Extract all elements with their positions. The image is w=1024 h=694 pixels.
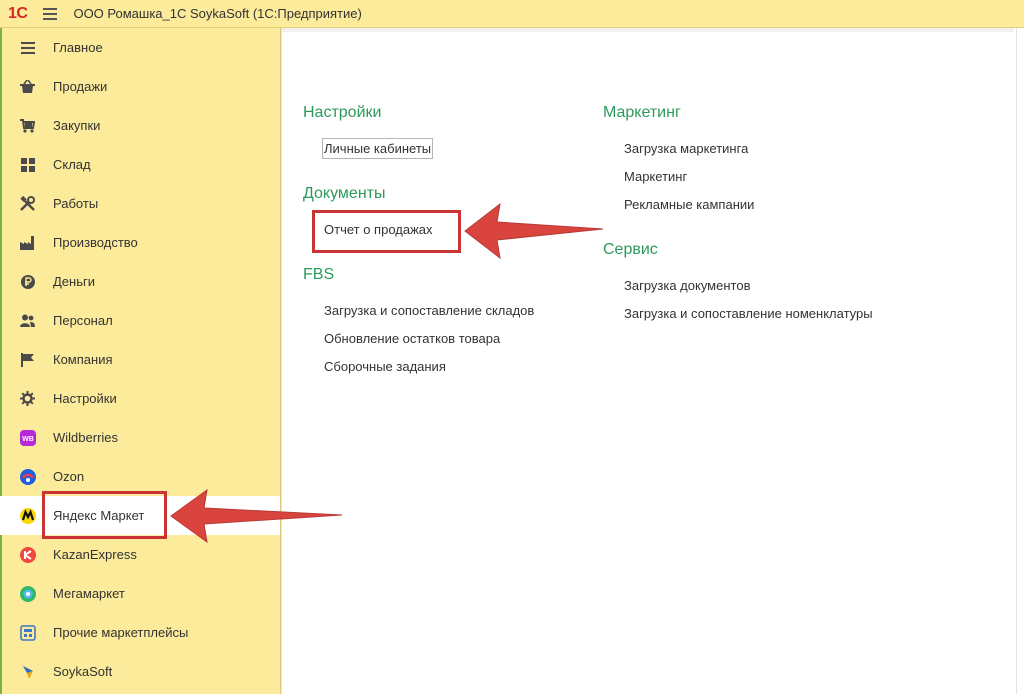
sidebar-item-label: Деньги: [53, 274, 95, 289]
menu-lines-icon: [19, 39, 36, 56]
sidebar-item-soykasoft[interactable]: SoykaSoft: [0, 652, 280, 691]
tools-icon: [19, 195, 36, 212]
window-title: ООО Ромашка_1С SoykaSoft (1С:Предприятие…: [73, 6, 362, 21]
1c-logo[interactable]: 1С: [8, 5, 28, 23]
link-ad-campaigns[interactable]: Рекламные кампании: [624, 197, 754, 212]
sidebar-item-main[interactable]: Главное: [0, 28, 280, 67]
link-marketing-load[interactable]: Загрузка маркетинга: [624, 141, 748, 156]
section-fbs-title: FBS: [303, 266, 335, 283]
sidebar-item-sales[interactable]: Продажи: [0, 67, 280, 106]
link-stock-update[interactable]: Обновление остатков товара: [324, 331, 500, 346]
ruble-coin-icon: [19, 273, 36, 290]
sidebar-item-label: Мегамаркет: [53, 586, 125, 601]
sidebar-item-works[interactable]: Работы: [0, 184, 280, 223]
sidebar-item-label: Производство: [53, 235, 138, 250]
sidebar-item-label: Продажи: [53, 79, 108, 94]
wildberries-icon: WB: [19, 429, 36, 446]
sidebar-item-wildberries[interactable]: WB Wildberries: [0, 418, 280, 457]
link-documents-load[interactable]: Загрузка документов: [624, 278, 750, 293]
megamarket-icon: [19, 585, 36, 602]
warehouse-grid-icon: [19, 156, 36, 173]
sidebar-item-label: Склад: [53, 157, 91, 172]
section-service-title: Сервис: [603, 241, 658, 258]
ozon-icon: [19, 468, 36, 485]
section-documents-title: Документы: [303, 185, 386, 202]
basket-icon: [19, 78, 36, 95]
sidebar-item-label: Компания: [53, 352, 113, 367]
link-assembly-tasks[interactable]: Сборочные задания: [324, 359, 446, 374]
link-personal-accounts[interactable]: Личные кабинеты: [322, 138, 434, 159]
sidebar-item-money[interactable]: Деньги: [0, 262, 280, 301]
section-settings-title: Настройки: [303, 104, 382, 121]
svg-text:WB: WB: [22, 436, 34, 443]
content-divider: [282, 28, 1014, 32]
highlight-box-sales-report: [312, 210, 461, 253]
kazanexpress-icon: [19, 546, 36, 563]
sidebar-item-label: Настройки: [53, 391, 117, 406]
sidebar-item-label: Персонал: [53, 313, 113, 328]
section-marketing-title: Маркетинг: [603, 104, 681, 121]
sidebar-item-other-marketplaces[interactable]: Прочие маркетплейсы: [0, 613, 280, 652]
hamburger-menu-icon[interactable]: [41, 7, 59, 21]
top-bar: 1С ООО Ромашка_1С SoykaSoft (1С:Предприя…: [0, 0, 1024, 28]
sidebar-item-label: Главное: [53, 40, 103, 55]
link-nomenclature-mapping[interactable]: Загрузка и сопоставление номенклатуры: [624, 306, 873, 321]
sidebar-item-purchases[interactable]: Закупки: [0, 106, 280, 145]
people-icon: [19, 312, 36, 329]
sidebar-item-label: Wildberries: [53, 430, 119, 445]
sidebar-item-label: Работы: [53, 196, 99, 211]
factory-icon: [19, 234, 36, 251]
sidebar-item-company[interactable]: Компания: [0, 340, 280, 379]
highlight-box-yandex-market: [42, 491, 167, 539]
cart-icon: [19, 117, 36, 134]
section-sidebar: Главное Продажи Закупки Склад Работы Про…: [0, 28, 281, 694]
sidebar-item-warehouse[interactable]: Склад: [0, 145, 280, 184]
sidebar-item-label: SoykaSoft: [53, 664, 113, 679]
marketplaces-icon: [19, 624, 36, 641]
sidebar-item-megamarket[interactable]: Мегамаркет: [0, 574, 280, 613]
sidebar-item-label: Прочие маркетплейсы: [53, 625, 189, 640]
link-warehouse-mapping[interactable]: Загрузка и сопоставление складов: [324, 303, 534, 318]
sidebar-item-label: KazanExpress: [53, 547, 137, 562]
soykasoft-icon: [19, 663, 36, 680]
flag-icon: [19, 351, 36, 368]
sidebar-item-personnel[interactable]: Персонал: [0, 301, 280, 340]
yandex-market-icon: [19, 507, 36, 524]
sidebar-item-settings[interactable]: Настройки: [0, 379, 280, 418]
sidebar-item-label: Ozon: [53, 469, 85, 484]
link-marketing[interactable]: Маркетинг: [624, 169, 687, 184]
sidebar-item-production[interactable]: Производство: [0, 223, 280, 262]
sidebar-item-label: Закупки: [53, 118, 101, 133]
sidebar-item-kazanexpress[interactable]: KazanExpress: [0, 535, 280, 574]
gear-icon: [19, 390, 36, 407]
